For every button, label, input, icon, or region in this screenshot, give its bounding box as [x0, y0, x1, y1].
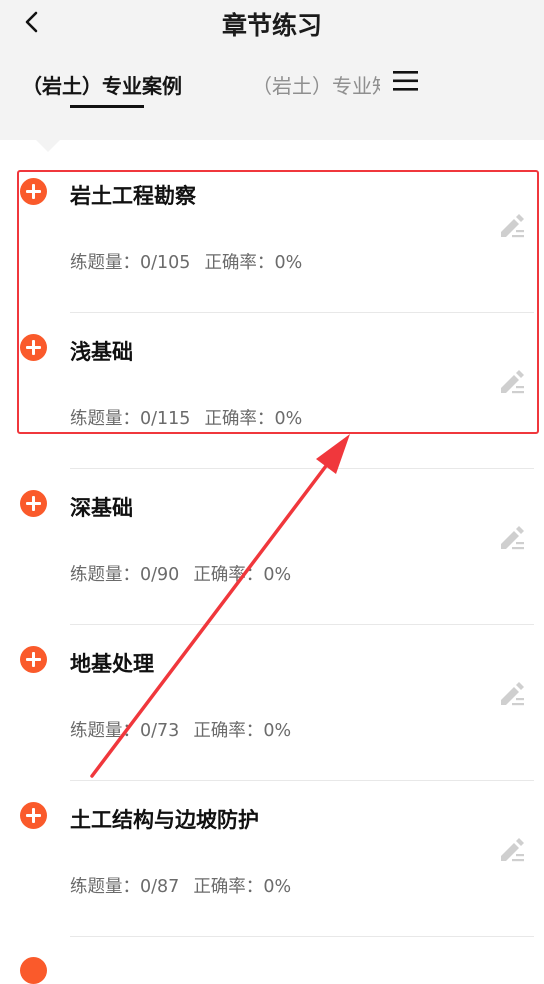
annotation-arrow [90, 434, 350, 778]
